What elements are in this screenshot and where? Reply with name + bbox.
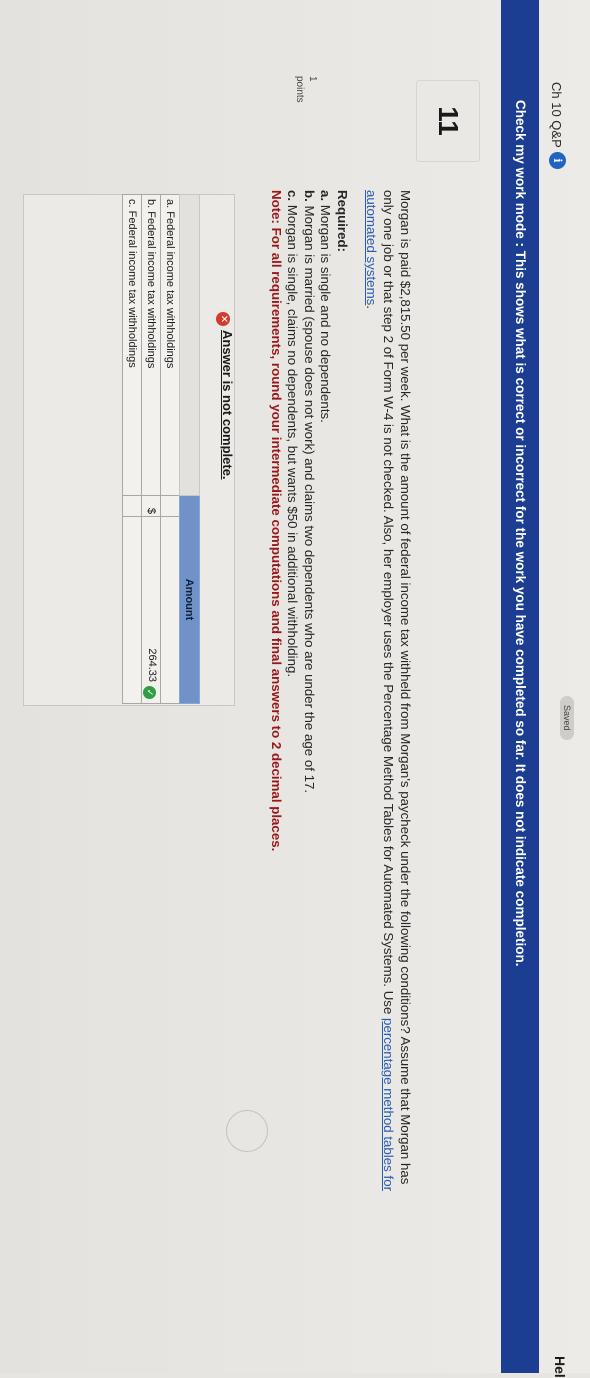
requirement-b: b. Morgan is married (spouse does not wo… xyxy=(301,190,317,1200)
check-icon: ✓ xyxy=(143,686,157,699)
row-label: b. Federal income tax withholdings xyxy=(141,194,161,496)
answer-table: Amount a. Federal income tax withholding… xyxy=(122,194,200,704)
currency-symbol xyxy=(122,495,142,517)
req-a-letter: a. xyxy=(318,190,334,202)
check-my-work-banner: Check my work mode : This shows what is … xyxy=(501,0,539,1373)
req-a-text: Morgan is single and no dependents. xyxy=(318,201,334,423)
question-text: Morgan is paid $2,815.50 per week. What … xyxy=(363,190,414,1200)
requirement-c: c. Morgan is single, claims no dependent… xyxy=(284,190,301,1200)
req-c-text: Morgan is single, claims no dependents, … xyxy=(285,201,301,678)
currency-symbol: $ xyxy=(141,495,161,517)
mouse-cursor-ring xyxy=(226,1110,268,1152)
top-bar: Ch 10 Q&P i Saved Hel xyxy=(549,0,590,1378)
table-row: c. Federal income tax withholdings xyxy=(122,194,142,704)
quiz-title: Ch 10 Q&P xyxy=(549,82,564,148)
saved-status: Saved xyxy=(560,696,574,740)
required-heading: Required: xyxy=(335,190,350,253)
question-text-end: . xyxy=(364,305,379,309)
question-number: 11 xyxy=(416,80,480,162)
table-header-blank xyxy=(179,194,200,496)
req-b-letter: b. xyxy=(302,190,317,202)
currency-symbol xyxy=(160,495,180,517)
help-link[interactable]: Hel xyxy=(552,1356,568,1378)
requirements: Required: a. Morgan is single and no dep… xyxy=(268,190,350,1200)
row-label: a. Federal income tax withholdings xyxy=(160,194,180,496)
page: Ch 10 Q&P i Saved Hel Check my work mode… xyxy=(0,0,590,1378)
amount-input-a[interactable] xyxy=(160,516,180,704)
answer-status-text: Answer is not complete. xyxy=(220,330,235,480)
amount-input-c[interactable] xyxy=(122,516,142,704)
table-row: a. Federal income tax withholdings xyxy=(160,194,180,704)
requirement-a: a. Morgan is single and no dependents. xyxy=(317,190,334,1200)
x-icon: ✕ xyxy=(216,312,230,326)
banner-text: Check my work mode : This shows what is … xyxy=(513,100,528,967)
rounding-note: Note: For all requirements, round your i… xyxy=(269,190,284,852)
column-header-amount: Amount xyxy=(179,495,200,704)
answer-status: ✕ Answer is not complete. xyxy=(205,312,235,480)
table-header-row: Amount xyxy=(179,194,200,704)
row-label: c. Federal income tax withholdings xyxy=(122,194,142,496)
req-b-text: Morgan is married (spouse does not work)… xyxy=(302,201,317,794)
amount-value: 264.33 xyxy=(146,648,159,682)
info-icon[interactable]: i xyxy=(549,152,566,169)
table-row: b. Federal income tax withholdings $ 264… xyxy=(141,194,161,704)
req-c-letter: c. xyxy=(285,190,301,202)
points-value: 1 xyxy=(307,76,318,82)
points-label: points xyxy=(294,76,305,103)
amount-input-b[interactable]: 264.33 ✓ xyxy=(141,516,161,704)
